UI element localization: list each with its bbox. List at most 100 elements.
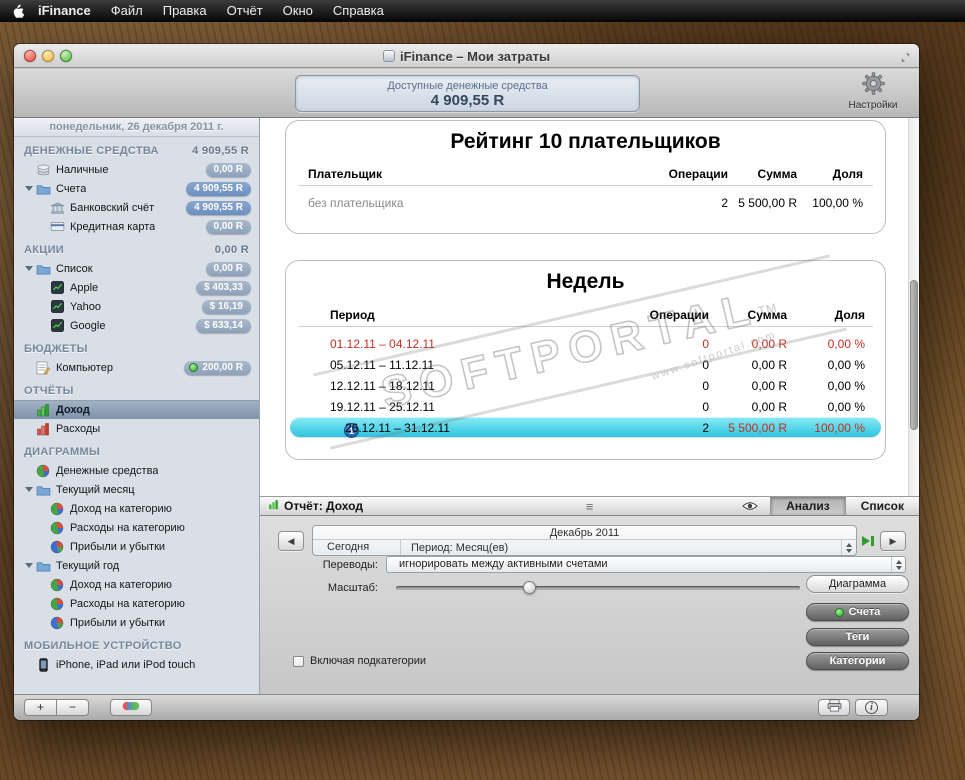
play-forward-icon[interactable] — [862, 536, 874, 546]
sidebar-item-credit-card[interactable]: Кредитная карта 0,00 R — [14, 217, 259, 236]
period-selector[interactable]: Период: Месяц(ев) — [401, 542, 841, 554]
sidebar-item-stock-apple[interactable]: Apple $ 403,33 — [14, 278, 259, 297]
settings-button[interactable]: Настройки — [841, 71, 905, 111]
menu-help[interactable]: Справка — [323, 0, 394, 22]
splitter-handle[interactable]: ≡ — [586, 499, 594, 514]
disclosure-triangle[interactable] — [24, 487, 34, 492]
disclosure-triangle[interactable] — [24, 266, 34, 271]
transfers-dropdown[interactable]: игнорировать между активными счетами — [386, 556, 906, 573]
menu-app-name[interactable]: iFinance — [28, 0, 101, 22]
disclosure-triangle[interactable] — [24, 563, 34, 568]
table-row[interactable]: 01.12.11 – 04.12.11 0 0,00 R 0,00 % — [286, 333, 885, 354]
sidebar-item-label: Прибыли и убытки — [70, 540, 166, 553]
table-row[interactable]: 12.12.11 – 18.12.11 0 0,00 R 0,00 % — [286, 375, 885, 396]
add-button[interactable]: + — [24, 699, 57, 716]
amount-badge: 4 909,55 R — [186, 200, 251, 215]
available-funds-box: Доступные денежные средства 4 909,55 R — [295, 75, 640, 112]
scale-label: Масштаб: — [327, 582, 378, 594]
diagram-button[interactable]: Диаграмма — [806, 575, 909, 593]
today-button[interactable]: Сегодня — [313, 540, 401, 555]
menu-report[interactable]: Отчёт — [217, 0, 273, 22]
sidebar-item-month-profit-loss[interactable]: Прибыли и убытки — [14, 537, 259, 556]
menu-edit[interactable]: Правка — [153, 0, 217, 22]
sidebar-item-year-expenses-by-category[interactable]: Расходы на категорию — [14, 594, 259, 613]
next-period-button[interactable]: ▶ — [880, 531, 906, 551]
desktop: iFinance Файл Правка Отчёт Окно Справка … — [0, 0, 965, 780]
vertical-scrollbar[interactable] — [908, 118, 919, 496]
sidebar-item-label: Список — [56, 262, 93, 275]
manage-button[interactable] — [110, 699, 152, 716]
remove-button[interactable]: − — [56, 699, 89, 716]
date-range-box[interactable]: Декабрь 2011 Сегодня Период: Месяц(ев) — [312, 525, 857, 556]
sidebar-item-income-report[interactable]: Доход — [14, 400, 259, 419]
sidebar-item-iphone[interactable]: iPhone, iPad или iPod touch — [14, 655, 259, 674]
sidebar-item-stock-yahoo[interactable]: Yahoo $ 16,19 — [14, 297, 259, 316]
period-stepper[interactable] — [841, 540, 856, 555]
accounts-toggle-button[interactable]: Счета — [806, 603, 909, 621]
sidebar-item-label: Доход на категорию — [70, 578, 172, 591]
window-proxy-icon — [382, 50, 395, 62]
pie-chart-icon — [49, 597, 65, 611]
stock-chart-icon — [49, 319, 65, 333]
include-subcategories-row[interactable]: Включая подкатегории — [293, 655, 426, 667]
amount-badge: $ 633,14 — [196, 318, 251, 333]
include-subcategories-checkbox[interactable] — [293, 655, 304, 667]
sidebar-item-stock-google[interactable]: Google $ 633,14 — [14, 316, 259, 335]
colored-dots-icon — [121, 699, 141, 717]
sidebar-item-year-profit-loss[interactable]: Прибыли и убытки — [14, 613, 259, 632]
report-status-bar: Отчёт: Доход ≡ Анализ Список — [260, 496, 919, 516]
sidebar-item-cash[interactable]: Наличные 0,00 R — [14, 160, 259, 179]
sidebar-item-label: Денежные средства — [56, 464, 159, 477]
previous-period-button[interactable]: ◀ — [278, 531, 304, 551]
info-icon: i — [865, 701, 878, 714]
menu-window[interactable]: Окно — [273, 0, 323, 22]
scale-slider[interactable] — [396, 581, 800, 594]
eye-icon[interactable] — [742, 501, 758, 511]
sidebar-item-label: Расходы на категорию — [70, 597, 185, 610]
sidebar-item-label: Компьютер — [56, 361, 113, 374]
apple-menu-icon[interactable] — [10, 3, 26, 19]
sidebar-item-diagram-money[interactable]: Денежные средства — [14, 461, 259, 480]
title-bar[interactable]: iFinance – Мои затраты — [14, 44, 919, 68]
tab-list[interactable]: Список — [844, 497, 919, 515]
mini-chart-icon — [268, 499, 279, 513]
sidebar-item-year-income-by-category[interactable]: Доход на категорию — [14, 575, 259, 594]
tab-analysis[interactable]: Анализ — [770, 497, 845, 515]
include-subcategories-label: Включая подкатегории — [310, 655, 427, 667]
close-button[interactable] — [24, 50, 36, 62]
sidebar-item-current-year[interactable]: Текущий год — [14, 556, 259, 575]
weeks-card-title: Недель — [546, 270, 625, 293]
menu-file[interactable]: Файл — [101, 0, 153, 22]
sidebar-item-label: Кредитная карта — [70, 220, 156, 233]
sidebar-item-bank-account[interactable]: Банковский счёт 4 909,55 R — [14, 198, 259, 217]
zoom-button[interactable] — [60, 50, 72, 62]
disclosure-triangle[interactable] — [24, 186, 34, 191]
dropdown-stepper[interactable] — [891, 557, 905, 572]
sidebar-item-budget-computer[interactable]: Компьютер 200,00 R — [14, 358, 259, 377]
table-row[interactable]: 05.12.11 – 11.12.11 0 0,00 R 0,00 % — [286, 354, 885, 375]
fullscreen-icon[interactable] — [900, 50, 911, 68]
sidebar-item-expenses-report[interactable]: Расходы — [14, 419, 259, 438]
sidebar-item-month-income-by-category[interactable]: Доход на категорию — [14, 499, 259, 518]
sidebar-item-current-month[interactable]: Текущий месяц — [14, 480, 259, 499]
tags-toggle-button[interactable]: Теги — [806, 628, 909, 646]
scrollbar-thumb[interactable] — [910, 280, 918, 430]
pie-chart-icon — [49, 540, 65, 554]
sidebar-item-label: Расходы — [56, 422, 101, 435]
printer-icon — [827, 698, 842, 717]
sidebar-item-stock-list[interactable]: Список 0,00 R — [14, 259, 259, 278]
categories-toggle-button[interactable]: Категории — [806, 652, 909, 670]
table-row-selected[interactable]: 1 26.12.11 – 31.12.11 2 5 500,00 R 100,0… — [286, 417, 885, 438]
sidebar-item-label: Счета — [56, 182, 87, 195]
print-button[interactable] — [818, 698, 850, 717]
sidebar-item-month-expenses-by-category[interactable]: Расходы на категорию — [14, 518, 259, 537]
toolbar: Доступные денежные средства 4 909,55 R Н… — [14, 69, 919, 118]
weeks-table-header: Период Операции Сумма Доля — [330, 308, 865, 322]
info-button[interactable]: i — [855, 699, 888, 716]
table-row[interactable]: без плательщика 2 5 500,00 R 100,00 % — [286, 192, 885, 213]
sidebar-item-accounts[interactable]: Счета 4 909,55 R — [14, 179, 259, 198]
slider-knob[interactable] — [523, 581, 536, 594]
month-label: Декабрь 2011 — [313, 526, 856, 540]
minimize-button[interactable] — [42, 50, 54, 62]
table-row[interactable]: 19.12.11 – 25.12.11 0 0,00 R 0,00 % — [286, 396, 885, 417]
